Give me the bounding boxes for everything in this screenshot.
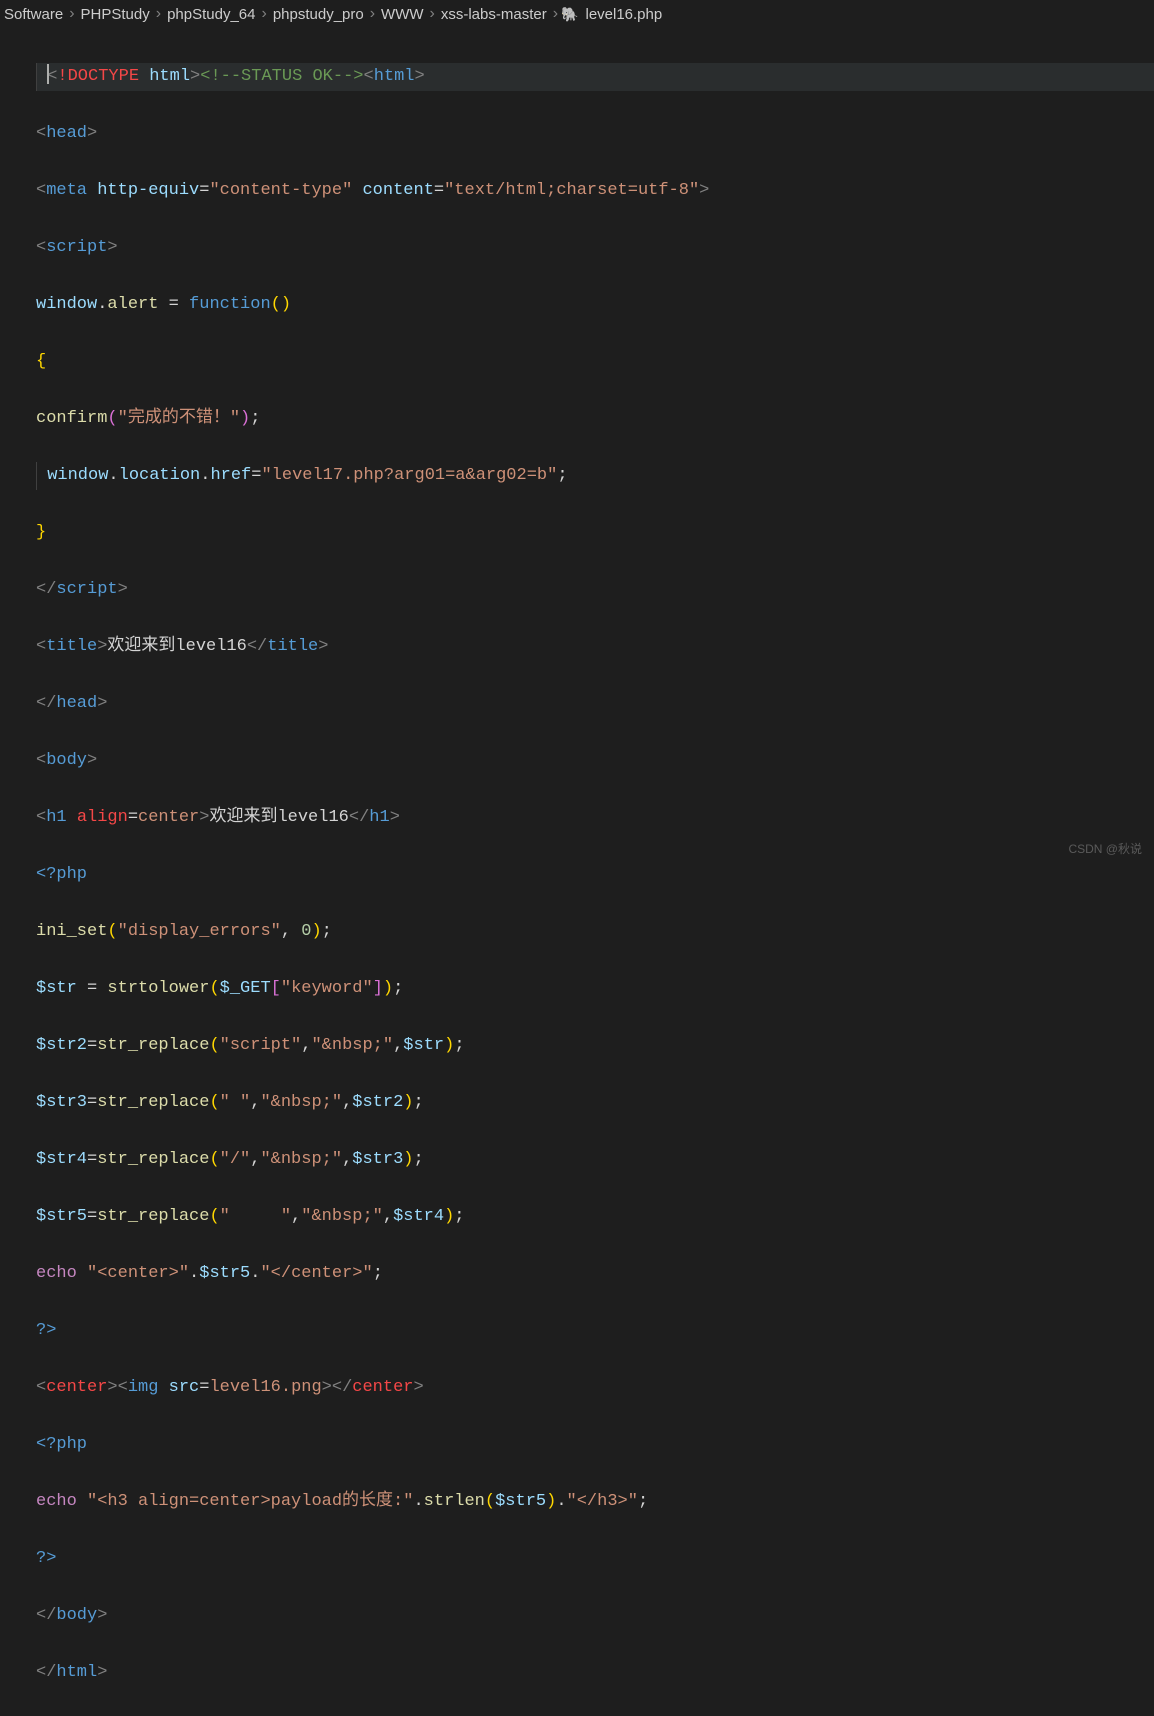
code-line[interactable]: <h1 align=center>欢迎来到level16</h1> [36,804,1154,833]
code-line[interactable]: </script> [36,576,1154,605]
watermark: CSDN @秋说 [1068,840,1142,857]
code-line[interactable]: ?> [36,1545,1154,1574]
code-line[interactable]: <meta http-equiv="content-type" content=… [36,177,1154,206]
chevron-right-icon: › [259,5,268,23]
code-line[interactable]: window.alert = function() [36,291,1154,320]
code-line[interactable]: <?php [36,1431,1154,1460]
code-line[interactable]: <!DOCTYPE html><!--STATUS OK--><html> [36,63,1154,92]
code-line[interactable]: confirm("完成的不错！"); [36,405,1154,434]
crumb-www[interactable]: WWW [377,6,427,23]
chevron-right-icon: › [551,5,560,23]
code-line[interactable]: <script> [36,234,1154,263]
chevron-right-icon: › [154,5,163,23]
code-line[interactable]: <body> [36,747,1154,776]
code-line[interactable]: ?> [36,1317,1154,1346]
code-line[interactable]: <head> [36,120,1154,149]
code-line[interactable]: echo "<h3 align=center>payload的长度:".strl… [36,1488,1154,1517]
code-line[interactable]: window.location.href="level17.php?arg01=… [36,462,1154,491]
breadcrumb: Software › PHPStudy › phpStudy_64 › phps… [0,0,1154,30]
chevron-right-icon: › [67,5,76,23]
php-file-icon: 🐘 [560,6,581,23]
code-line[interactable]: { [36,348,1154,377]
code-line[interactable]: $str3=str_replace(" ","&nbsp;",$str2); [36,1089,1154,1118]
code-line[interactable]: <center><img src=level16.png></center> [36,1374,1154,1403]
crumb-software[interactable]: Software [0,6,67,23]
code-line[interactable]: $str2=str_replace("script","&nbsp;",$str… [36,1032,1154,1061]
code-line[interactable]: ini_set("display_errors", 0); [36,918,1154,947]
crumb-xsslabs[interactable]: xss-labs-master [437,6,551,23]
chevron-right-icon: › [428,5,437,23]
code-line[interactable]: </head> [36,690,1154,719]
code-line[interactable]: } [36,519,1154,548]
code-line[interactable]: </body> [36,1602,1154,1631]
code-line[interactable]: echo "<center>".$str5."</center>"; [36,1260,1154,1289]
crumb-phpstudy64[interactable]: phpStudy_64 [163,6,259,23]
code-line[interactable]: $str5=str_replace(" ","&nbsp;",$str4); [36,1203,1154,1232]
code-line[interactable]: <?php [36,861,1154,890]
code-line[interactable]: <title>欢迎来到level16</title> [36,633,1154,662]
code-line[interactable]: $str4=str_replace("/","&nbsp;",$str3); [36,1146,1154,1175]
crumb-phpstudy[interactable]: PHPStudy [77,6,154,23]
code-line[interactable]: </html> [36,1659,1154,1688]
chevron-right-icon: › [368,5,377,23]
crumb-file[interactable]: level16.php [581,6,666,23]
code-line[interactable]: $str = strtolower($_GET["keyword"]); [36,975,1154,1004]
crumb-phpstudypro[interactable]: phpstudy_pro [269,6,368,23]
code-editor[interactable]: <!DOCTYPE html><!--STATUS OK--><html> <h… [0,30,1154,1716]
